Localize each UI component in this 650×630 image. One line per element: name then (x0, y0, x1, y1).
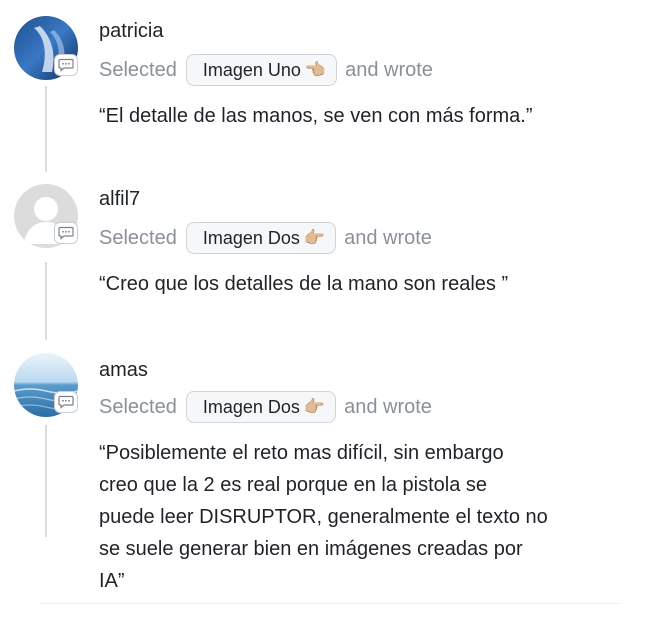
comment-text-line: IA” (99, 570, 125, 592)
comment-text-line: se suele generar bien en imágenes creada… (99, 538, 523, 560)
comment-bubble-icon (54, 54, 78, 76)
comment-bubble-icon (54, 222, 78, 244)
selection-chip[interactable]: Imagen Dos 👉🏼 (185, 222, 337, 254)
comment-text: “El detalle de las manos, se ven con más… (99, 105, 533, 127)
pointing-hand-icon: 👉🏼 (303, 397, 326, 416)
username[interactable]: patricia (99, 18, 163, 44)
avatar-container (14, 16, 80, 82)
selection-chip[interactable]: Imagen Uno 👈🏼 (185, 54, 338, 86)
avatar-container (14, 353, 80, 419)
comment-bubble-icon (54, 391, 78, 413)
selected-label: Selected (99, 396, 177, 418)
selection-meta: Selected Imagen Uno 👈🏼 and wrote (99, 53, 433, 87)
selection-chip[interactable]: Imagen Dos 👉🏼 (185, 391, 337, 423)
thread-line (45, 86, 47, 172)
thread-line (45, 425, 47, 537)
comment-text-line: creo que la 2 es real porque en la pisto… (99, 474, 488, 496)
chip-label: Imagen Dos (202, 396, 300, 417)
wrote-label: and wrote (344, 396, 432, 418)
username[interactable]: alfil7 (99, 186, 140, 212)
username[interactable]: amas (99, 357, 148, 383)
comment-text-line: puede leer DISRUPTOR, generalmente el te… (99, 506, 548, 528)
selected-label: Selected (99, 227, 177, 249)
wrote-label: and wrote (345, 59, 433, 81)
selection-meta: Selected Imagen Dos 👉🏼 and wrote (99, 390, 432, 424)
comment-text: “Creo que los detalles de la mano son re… (99, 273, 509, 295)
thread-line (45, 262, 47, 340)
wrote-label: and wrote (344, 227, 432, 249)
chip-label: Imagen Uno (202, 59, 301, 80)
comment-text-line: “Posiblemente el reto mas difícil, sin e… (99, 442, 504, 464)
comment-text: “Posiblemente el reto mas difícil, sin e… (99, 437, 629, 597)
avatar-container (14, 184, 80, 250)
selection-meta: Selected Imagen Dos 👉🏼 and wrote (99, 221, 432, 255)
pointing-hand-icon: 👉🏼 (303, 228, 326, 247)
chip-label: Imagen Dos (202, 227, 300, 248)
comment-feed: patricia Selected Imagen Uno 👈🏼 and wrot… (0, 0, 650, 630)
pointing-hand-icon: 👈🏼 (304, 60, 327, 79)
divider (40, 603, 620, 604)
selected-label: Selected (99, 59, 177, 81)
